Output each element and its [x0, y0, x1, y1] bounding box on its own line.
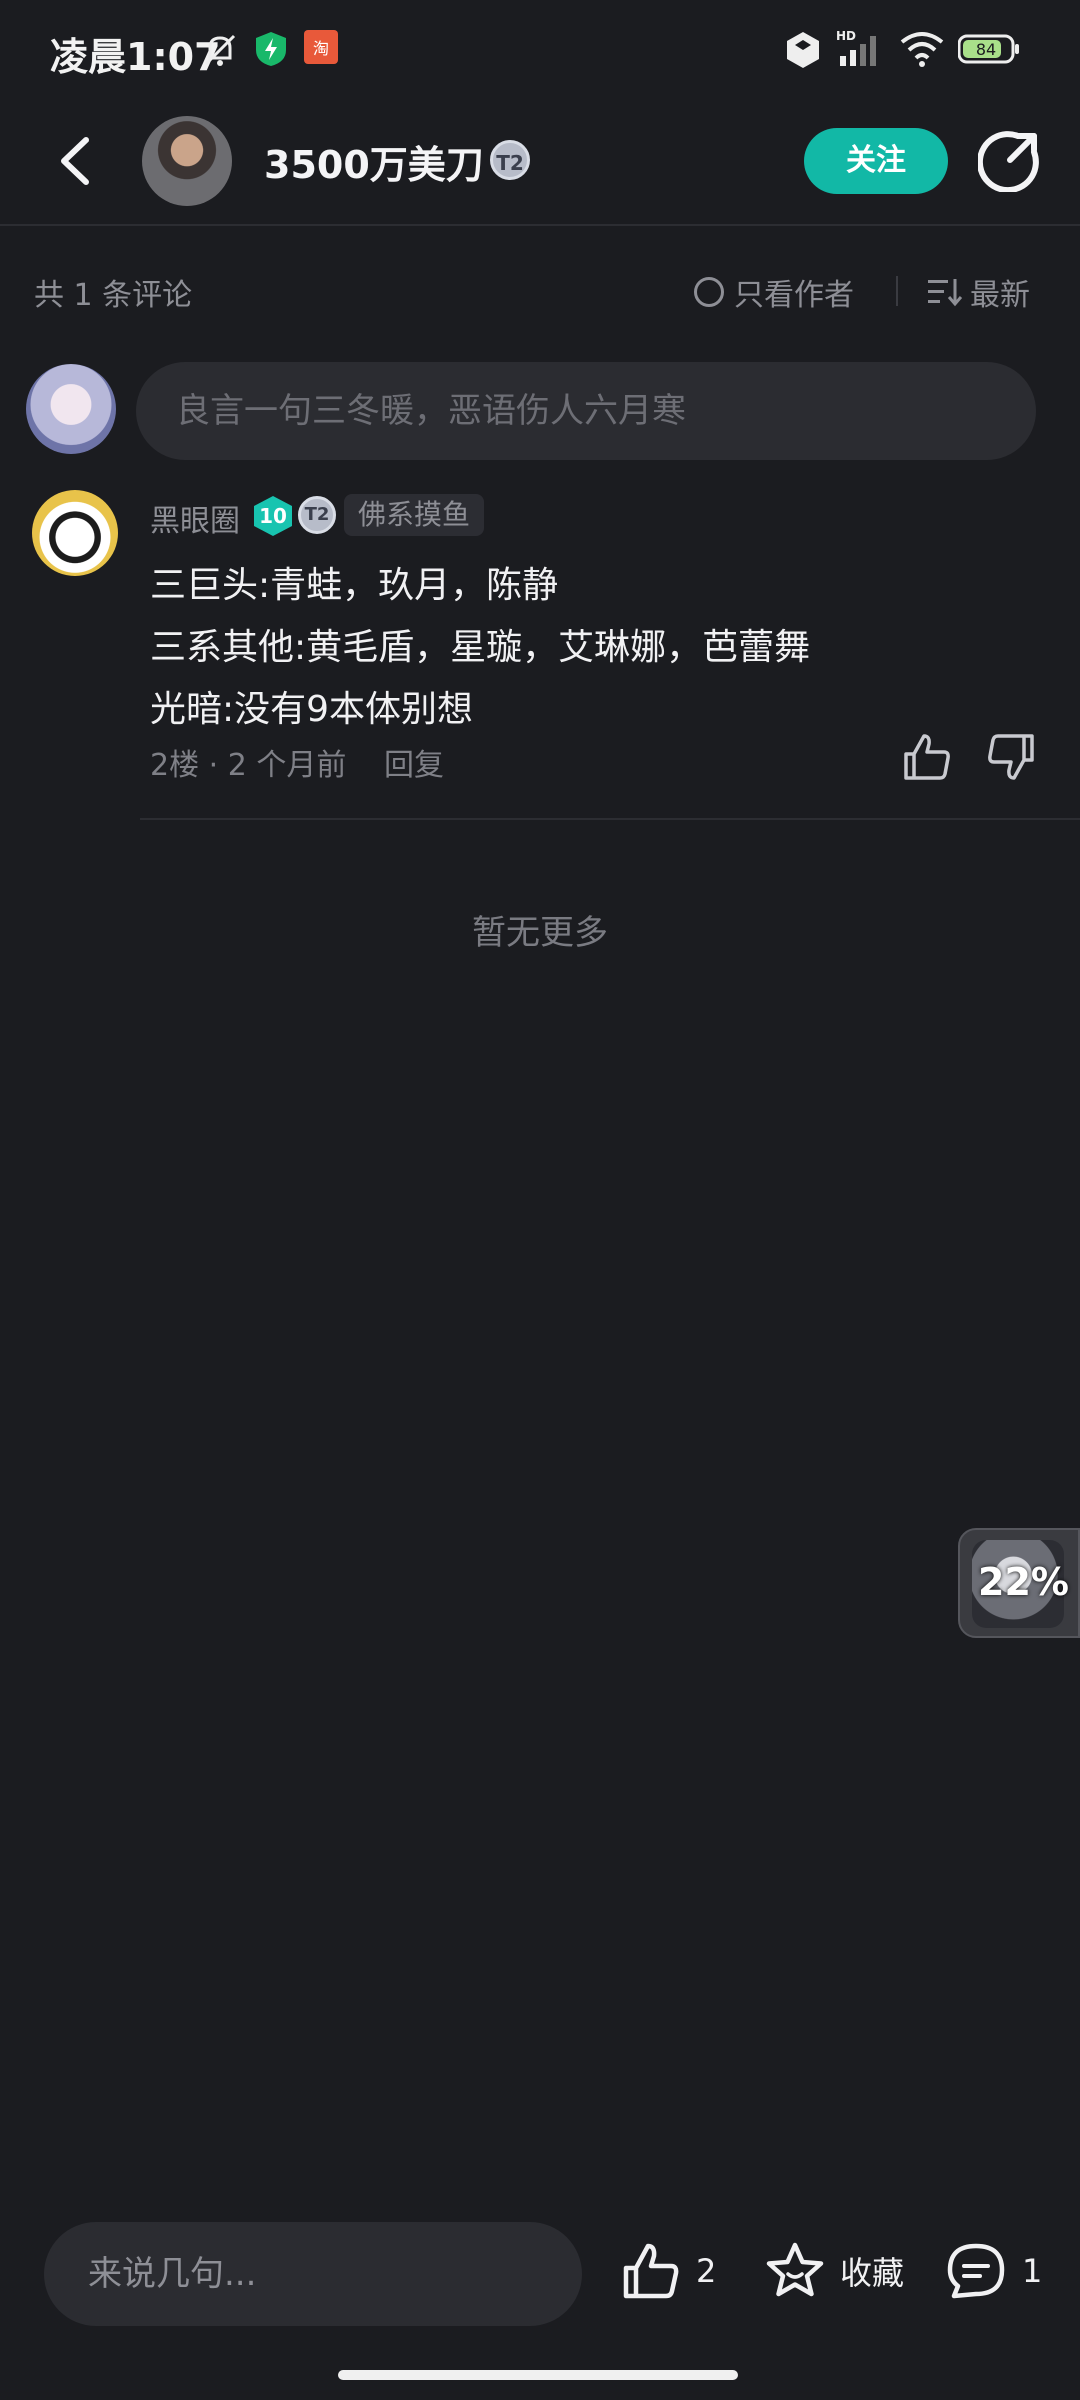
- comment-text-line: 三系其他:黄毛盾，星璇，艾琳娜，芭蕾舞: [150, 627, 811, 668]
- comment-bubble-icon: [947, 2243, 1005, 2299]
- only-author-toggle[interactable]: 只看作者: [694, 270, 854, 314]
- network-label: HD: [836, 29, 856, 43]
- author-rank-badge: T2: [490, 140, 530, 180]
- author-avatar[interactable]: [142, 116, 232, 206]
- commenter-avatar[interactable]: [32, 490, 118, 576]
- comment-input[interactable]: 良言一句三冬暖，恶语伤人六月寒: [136, 362, 1036, 460]
- bottom-comment-input[interactable]: 来说几句...: [44, 2222, 582, 2326]
- author-name[interactable]: 3500万美刀: [264, 134, 484, 189]
- svg-text:淘: 淘: [313, 39, 329, 58]
- commenter-tag: 佛系摸鱼: [344, 494, 485, 536]
- status-bar: 凌晨1:07 淘 HD 84: [0, 0, 1080, 100]
- back-arrow-icon: [61, 137, 89, 185]
- back-button[interactable]: [48, 130, 104, 192]
- follow-button[interactable]: 关注: [804, 128, 948, 194]
- comment-meta: 2楼 · 2 个月前: [150, 748, 347, 783]
- bottom-action-bar: 来说几句... 2 收藏 1: [0, 2200, 1080, 2350]
- favorite-label: 收藏: [840, 2254, 905, 2292]
- comment-like-button[interactable]: [900, 730, 954, 784]
- home-indicator: [338, 2370, 738, 2380]
- wifi-icon: [898, 30, 946, 72]
- filter-divider: [896, 276, 898, 306]
- share-button[interactable]: [976, 130, 1040, 194]
- star-icon: [766, 2242, 824, 2297]
- thumbs-up-icon: [623, 2243, 679, 2299]
- comment-divider: [140, 818, 1080, 820]
- like-count: 2: [696, 2252, 717, 2290]
- floating-progress-label: 22%: [978, 1560, 1069, 1604]
- only-author-label: 只看作者: [734, 278, 854, 313]
- floating-progress-widget[interactable]: 22%: [958, 1528, 1080, 1638]
- like-post-button[interactable]: 2: [620, 2240, 716, 2302]
- reply-button[interactable]: 回复: [384, 740, 444, 784]
- taobao-icon: 淘: [304, 30, 338, 68]
- share-icon: [976, 131, 1039, 194]
- comment-text-line: 三巨头:青蛙，玖月，陈静: [150, 565, 559, 606]
- status-time: 凌晨1:07: [50, 35, 221, 79]
- battery-icon: 84: [957, 34, 1020, 68]
- sort-icon: [928, 279, 962, 307]
- my-avatar: [26, 364, 116, 454]
- comment-count: 共 1 条评论: [34, 278, 193, 313]
- comment-text-line: 光暗:没有9本体别想: [150, 689, 474, 730]
- commenter-rank-badge: T2: [298, 496, 336, 534]
- signal-icon: HD: [836, 28, 886, 72]
- sort-newest-label: 最新: [970, 278, 1030, 313]
- battery-level: 84: [976, 40, 996, 59]
- no-more-label: 暂无更多: [472, 913, 608, 953]
- thumbs-down-icon: [988, 734, 1034, 780]
- comment-dislike-button[interactable]: [984, 730, 1038, 784]
- favorite-button[interactable]: 收藏: [764, 2240, 904, 2302]
- level-badge: 10: [254, 496, 292, 536]
- header: 3500万美刀 T2 关注: [0, 100, 1080, 226]
- comment-count-bottom: 1: [1022, 2252, 1043, 2290]
- radio-circle-icon: [694, 277, 724, 307]
- mute-bell-icon: [200, 30, 240, 74]
- vpn-icon: [784, 30, 822, 74]
- thumbs-up-icon: [904, 734, 950, 780]
- comment-filter-row: 共 1 条评论 只看作者 最新: [0, 258, 1080, 324]
- comments-button[interactable]: 1: [944, 2240, 1042, 2302]
- shield-icon: [254, 30, 288, 72]
- sort-newest-button[interactable]: 最新: [928, 270, 1030, 314]
- commenter-name[interactable]: 黑眼圈: [150, 496, 240, 540]
